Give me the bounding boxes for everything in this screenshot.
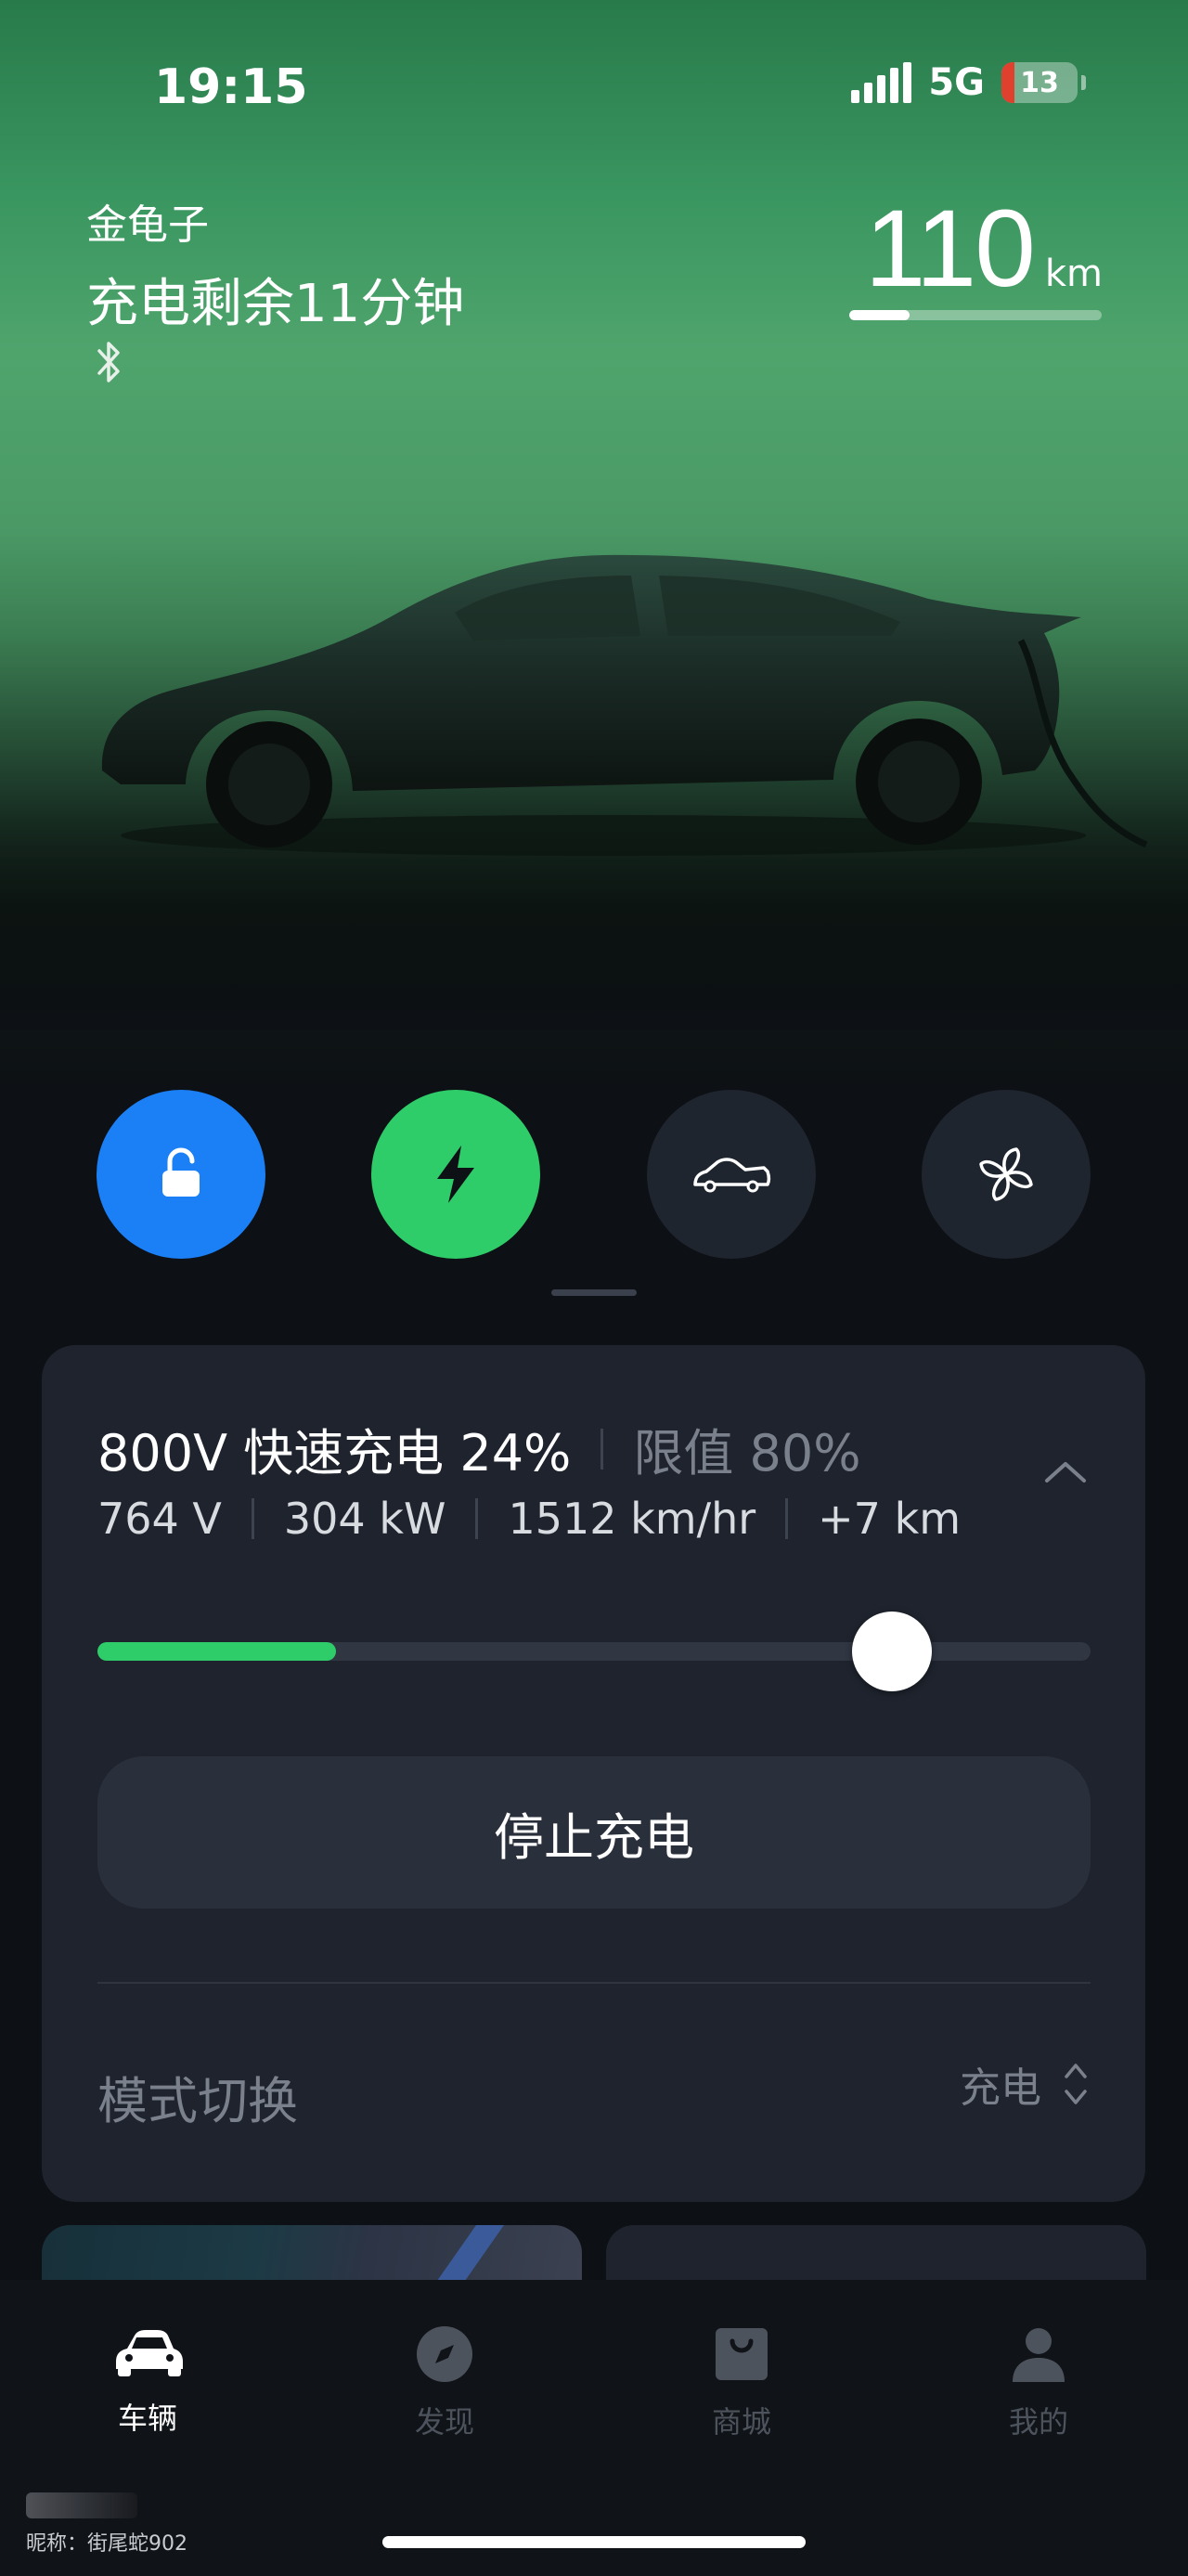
stop-charging-button[interactable]: 停止充电 — [97, 1756, 1091, 1909]
unlock-icon — [162, 1147, 200, 1197]
mode-switch-selector[interactable]: 充电 — [960, 2054, 1090, 2114]
signal-icon — [851, 62, 912, 103]
trunk-button[interactable] — [647, 1090, 816, 1259]
separator — [785, 1498, 789, 1539]
compass-icon — [417, 2326, 472, 2382]
car-trunk-icon — [693, 1158, 771, 1193]
charging-rate: 1512 km/hr — [508, 1494, 756, 1544]
range-bar — [849, 310, 1102, 320]
range-value: 110 — [864, 188, 1036, 310]
range-bar-fill — [849, 310, 910, 320]
mode-switch-label: 模式切换 — [97, 2072, 298, 2130]
network-type: 5G — [928, 61, 985, 104]
watermark-text: 昵称：街尾蛇902 — [26, 2532, 187, 2556]
collapse-button[interactable] — [1041, 1456, 1090, 1490]
status-bar-right: 5G 13 — [851, 61, 1086, 104]
feature-card-2[interactable] — [606, 2225, 1146, 2281]
charging-voltage: 764 V — [97, 1494, 222, 1544]
battery-tip — [1081, 75, 1086, 90]
charging-title-row: 800V 快速充电 24% 限值 80% — [97, 1412, 861, 1485]
charge-level-fill — [97, 1642, 336, 1661]
tab-vehicle[interactable]: 车辆 — [55, 2324, 240, 2438]
separator — [600, 1428, 604, 1469]
charge-remaining: 充电剩余11分钟 — [86, 274, 465, 334]
feature-card-1[interactable] — [42, 2225, 582, 2281]
charging-stats-row: 764 V 304 kW 1512 km/hr +7 km — [97, 1494, 961, 1544]
bluetooth-icon — [88, 338, 129, 390]
separator — [475, 1498, 479, 1539]
battery-icon: 13 — [1001, 62, 1078, 103]
tab-discover[interactable]: 发现 — [352, 2324, 537, 2441]
tab-label: 车辆 — [117, 2401, 177, 2436]
fan-icon — [979, 1147, 1033, 1201]
range-added: +7 km — [818, 1494, 962, 1544]
shopping-bag-icon — [716, 2328, 768, 2380]
range-unit: km — [1044, 252, 1103, 295]
charge-limit: 限值 80% — [633, 1424, 861, 1482]
charge-button[interactable] — [371, 1090, 540, 1259]
home-indicator[interactable] — [382, 2536, 806, 2548]
tab-label: 我的 — [1008, 2404, 1068, 2440]
chevron-up-down-icon — [1065, 2064, 1087, 2104]
drag-handle[interactable] — [551, 1289, 637, 1296]
battery-level: 13 — [1020, 66, 1059, 99]
separator — [251, 1498, 254, 1539]
climate-button[interactable] — [922, 1090, 1091, 1259]
mode-switch-value: 充电 — [960, 2065, 1041, 2112]
tab-label: 商城 — [711, 2404, 771, 2440]
tab-label: 发现 — [414, 2404, 474, 2440]
charge-limit-thumb[interactable] — [852, 1612, 932, 1691]
unlock-button[interactable] — [97, 1090, 265, 1259]
status-time: 19:15 — [154, 59, 308, 115]
vehicle-name[interactable]: 金龟子 — [86, 191, 209, 251]
person-icon — [1013, 2328, 1065, 2382]
charging-card: 800V 快速充电 24% 限值 80% 764 V 304 kW 1512 k… — [42, 1345, 1145, 2202]
watermark-logo — [26, 2492, 137, 2518]
divider — [97, 1982, 1091, 1984]
range-display: 110 km — [865, 186, 1103, 312]
tab-profile[interactable]: 我的 — [946, 2324, 1131, 2441]
tab-shop[interactable]: 商城 — [649, 2324, 834, 2441]
charge-limit-slider[interactable] — [97, 1642, 1091, 1661]
car-icon — [116, 2330, 183, 2376]
chevron-up-icon — [1045, 1462, 1086, 1482]
lightning-icon — [437, 1146, 474, 1203]
charging-title: 800V 快速充电 24% — [97, 1424, 572, 1482]
charging-power: 304 kW — [283, 1494, 446, 1544]
car-silhouette — [84, 548, 1151, 867]
